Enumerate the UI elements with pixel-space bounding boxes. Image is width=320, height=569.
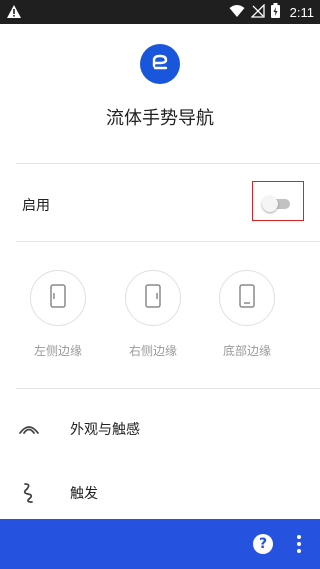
appearance-arc-icon xyxy=(18,418,40,442)
enable-toggle[interactable] xyxy=(262,196,290,212)
help-button[interactable]: ? xyxy=(253,534,273,554)
edge-option-circle xyxy=(125,270,181,326)
toggle-thumb xyxy=(262,196,278,212)
warning-icon xyxy=(6,4,22,23)
menu-item-trigger[interactable]: 触发 xyxy=(0,472,320,512)
edge-label: 左侧边缘 xyxy=(33,344,82,358)
enable-label: 启用 xyxy=(22,198,50,214)
edge-label: 右侧边缘 xyxy=(128,344,177,358)
page-title: 流体手势导航 xyxy=(106,108,214,129)
right-edge-phone-icon xyxy=(145,284,161,312)
edge-label: 底部边缘 xyxy=(222,344,271,358)
edge-option-left[interactable]: 左侧边缘 xyxy=(18,270,98,359)
menu-item-appearance[interactable]: 外观与触感 xyxy=(0,408,320,448)
edge-option-circle xyxy=(30,270,86,326)
app-logo xyxy=(140,44,180,84)
signal-off-icon xyxy=(250,3,265,22)
menu-item-label: 外观与触感 xyxy=(70,422,140,438)
edge-option-right[interactable]: 右侧边缘 xyxy=(113,270,193,359)
divider xyxy=(16,388,320,389)
wifi-icon xyxy=(229,3,245,22)
fluid-navigation-logo-icon xyxy=(149,51,171,77)
trigger-squiggle-icon xyxy=(18,482,38,508)
status-time: 2:11 xyxy=(289,5,314,20)
bottom-edge-phone-icon xyxy=(239,284,255,312)
divider xyxy=(16,241,320,242)
more-options-icon[interactable] xyxy=(292,533,306,555)
edge-option-bottom[interactable]: 底部边缘 xyxy=(207,270,287,359)
status-bar: 2:11 xyxy=(0,0,320,24)
left-edge-phone-icon xyxy=(50,284,66,312)
edge-option-circle xyxy=(219,270,275,326)
battery-charging-icon xyxy=(270,3,280,22)
bottom-bar: ? xyxy=(0,519,320,569)
menu-item-label: 触发 xyxy=(70,486,98,502)
divider xyxy=(16,163,320,164)
